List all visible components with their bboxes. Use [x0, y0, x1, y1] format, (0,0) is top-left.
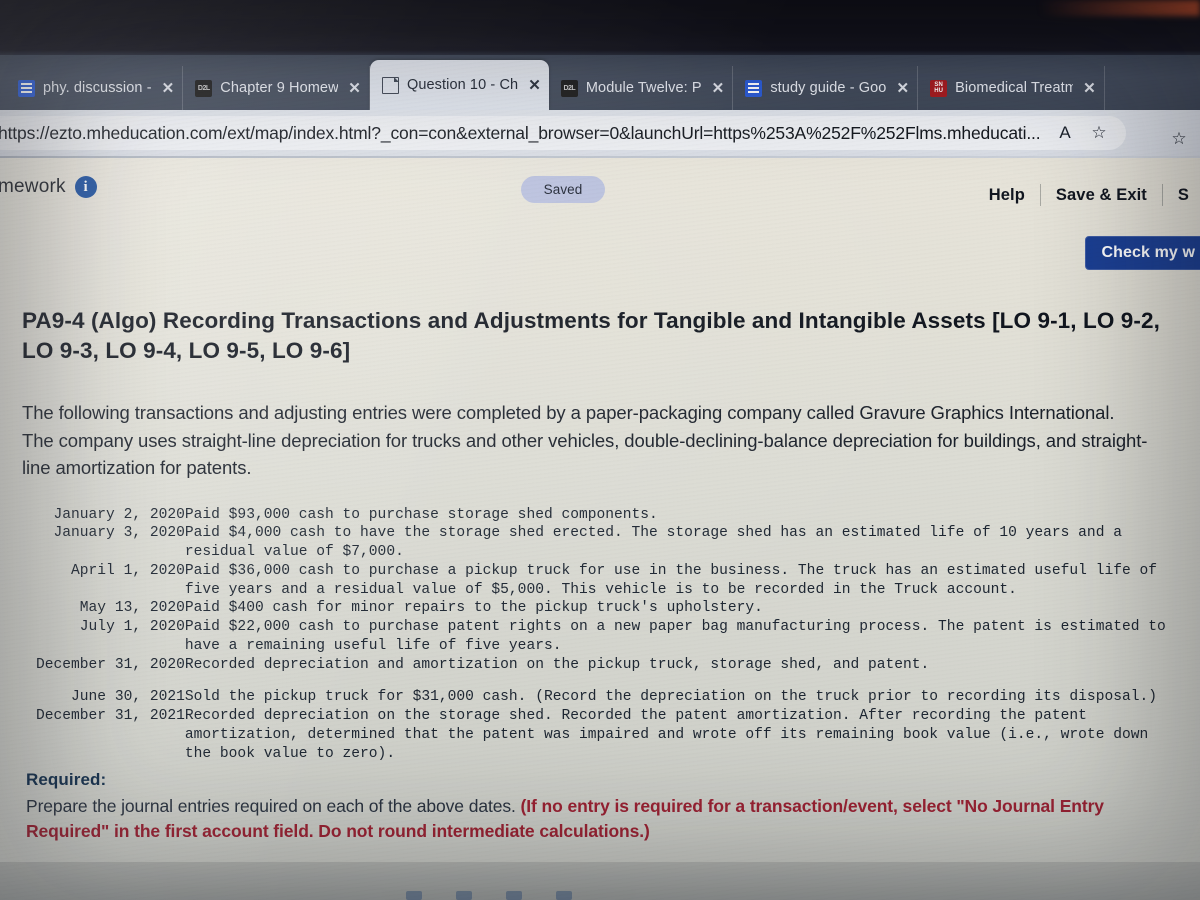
save-and-exit-button[interactable]: Save & Exit	[1041, 186, 1162, 205]
taskbar-app-icon[interactable]	[556, 891, 572, 900]
section-spacer	[36, 674, 1166, 688]
taskbar-app-icon[interactable]	[406, 891, 422, 900]
transaction-description: Recorded depreciation on the storage she…	[184, 708, 1149, 762]
browser-tab-question-10[interactable]: Question 10 - Ch ✕	[369, 60, 549, 110]
browser-tab-chapter-9-homework[interactable]: D2L Chapter 9 Homew ✕	[183, 66, 370, 110]
info-icon[interactable]: i	[74, 176, 97, 198]
browser-tab-strip[interactable]: phy. discussion - ✕ D2L Chapter 9 Homew …	[0, 55, 1200, 110]
transaction-description: Paid $93,000 cash to purchase storage sh…	[184, 506, 658, 523]
check-my-work-button[interactable]: Check my w	[1084, 236, 1200, 270]
assignment-title-truncated: mework i	[0, 176, 97, 198]
required-label: Required:	[26, 770, 107, 789]
taskbar-app-icon[interactable]	[456, 891, 472, 900]
required-text-plain: Prepare the journal entries required on …	[26, 796, 521, 816]
close-icon[interactable]: ✕	[162, 79, 175, 97]
tab-label: Question 10 - Ch	[406, 77, 519, 93]
connect-assignment-page: mework i Saved Help Save & Exit S Check …	[0, 158, 1200, 900]
page-icon	[381, 76, 399, 94]
snhu-icon: SN HU	[930, 79, 948, 97]
browser-tab-phy-discussion[interactable]: phy. discussion - ✕	[6, 66, 184, 110]
omnibox[interactable]: https://ezto.mheducation.com/ext/map/ind…	[0, 116, 1126, 150]
transaction-date: April 1, 2020	[71, 562, 185, 579]
url-text[interactable]: https://ezto.mheducation.com/ext/map/ind…	[0, 123, 1048, 144]
help-button[interactable]: Help	[974, 186, 1040, 205]
d2l-icon: D2L	[195, 79, 213, 97]
google-docs-icon	[745, 79, 763, 97]
transaction-description: Recorded depreciation and amortization o…	[184, 656, 930, 673]
transaction-description: Paid $22,000 cash to purchase patent rig…	[184, 619, 1166, 654]
close-icon[interactable]: ✕	[348, 79, 361, 97]
close-icon[interactable]: ✕	[1083, 79, 1096, 97]
transaction-date: January 2, 2020	[53, 506, 185, 523]
required-instructions: Prepare the journal entries required on …	[26, 794, 1176, 844]
table-row: June 30, 2021 Sold the pickup truck for …	[36, 688, 1166, 707]
close-icon[interactable]: ✕	[712, 79, 725, 97]
transaction-description: Paid $36,000 cash to purchase a pickup t…	[184, 562, 1157, 598]
taskbar-icons[interactable]	[406, 891, 572, 900]
table-row: January 3, 2020 Paid $4,000 cash to have…	[36, 524, 1166, 562]
table-row: April 1, 2020 Paid $36,000 cash to purch…	[36, 562, 1166, 600]
saved-status-badge: Saved	[521, 176, 605, 203]
bezel-reflection	[970, 0, 1200, 16]
monitor-bezel	[0, 0, 1200, 57]
problem-body: PA9-4 (Algo) Recording Transactions and …	[22, 306, 1182, 763]
transaction-description: Paid $4,000 cash to have the storage she…	[184, 525, 1122, 560]
tab-label: Biomedical Treatm	[955, 80, 1074, 96]
read-aloud-icon[interactable]: A	[1048, 120, 1082, 146]
close-icon[interactable]: ✕	[528, 76, 541, 94]
tab-label: study guide - Goo	[770, 80, 887, 96]
assignment-header: mework i Saved Help Save & Exit S Check …	[0, 162, 1200, 270]
google-docs-icon	[18, 79, 35, 97]
problem-title: PA9-4 (Algo) Recording Transactions and …	[22, 308, 1160, 363]
table-row: December 31, 2020 Recorded depreciation …	[36, 656, 1166, 675]
table-row: January 2, 2020 Paid $93,000 cash to pur…	[36, 506, 1166, 525]
table-row: December 31, 2021 Recorded depreciation …	[36, 707, 1166, 763]
problem-intro-paragraph: The following transactions and adjusting…	[22, 402, 1148, 479]
browser-address-bar[interactable]: https://ezto.mheducation.com/ext/map/ind…	[0, 110, 1200, 158]
add-favorite-icon[interactable]: ☆	[1082, 120, 1116, 146]
transaction-description: Paid $400 cash for minor repairs to the …	[184, 600, 763, 617]
browser-tab-module-twelve[interactable]: D2L Module Twelve: P ✕	[549, 66, 734, 110]
tab-label: Chapter 9 Homew	[220, 80, 339, 96]
taskbar-app-icon[interactable]	[506, 891, 522, 900]
transaction-description: Sold the pickup truck for $31,000 cash. …	[184, 689, 1157, 706]
windows-taskbar[interactable]	[0, 862, 1200, 900]
table-row: May 13, 2020 Paid $400 cash for minor re…	[36, 599, 1166, 618]
transaction-date: January 3, 2020	[53, 525, 185, 542]
collections-icon[interactable]: ☆	[1164, 126, 1194, 152]
transactions-table-2020: January 2, 2020 Paid $93,000 cash to pur…	[36, 506, 1166, 764]
homework-label: mework	[0, 176, 66, 197]
transaction-date: December 31, 2020	[36, 656, 185, 673]
transactions-2020-body: January 2, 2020 Paid $93,000 cash to pur…	[36, 506, 1166, 764]
browser-tab-biomedical-treatments[interactable]: SN HU Biomedical Treatm ✕	[918, 66, 1105, 110]
tab-label: Module Twelve: P	[585, 80, 702, 96]
browser-tab-study-guide[interactable]: study guide - Goo ✕	[733, 66, 919, 110]
transaction-date: June 30, 2021	[71, 689, 185, 706]
d2l-icon: D2L	[560, 79, 578, 97]
header-actions[interactable]: Help Save & Exit S	[974, 184, 1200, 206]
transaction-date: July 1, 2020	[79, 619, 185, 635]
transaction-date: December 31, 2021	[36, 708, 185, 724]
close-icon[interactable]: ✕	[896, 79, 909, 97]
table-row: July 1, 2020 Paid $22,000 cash to purcha…	[36, 618, 1166, 656]
submit-button[interactable]: S	[1163, 186, 1200, 205]
transaction-date: May 13, 2020	[79, 600, 185, 617]
required-section: Required: Prepare the journal entries re…	[26, 770, 1176, 844]
tab-label: phy. discussion -	[43, 80, 152, 96]
screen-photo: phy. discussion - ✕ D2L Chapter 9 Homew …	[0, 0, 1200, 900]
